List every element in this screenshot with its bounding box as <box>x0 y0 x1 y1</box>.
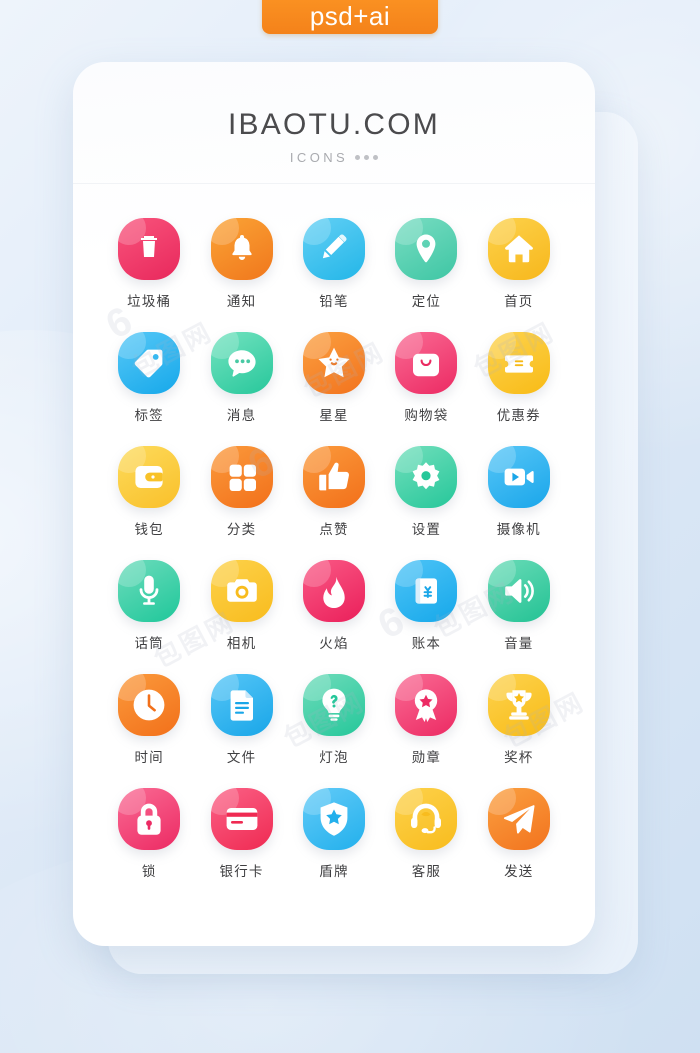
icon-label: 通知 <box>226 294 257 309</box>
icon-cell-bell[interactable]: 通知 <box>195 218 287 310</box>
icon-label: 分类 <box>226 522 257 537</box>
thumbs-up-icon[interactable] <box>302 446 365 508</box>
icon-label: 购物袋 <box>404 408 449 423</box>
icon-set-card: IBAOTU.COM ICONS 垃圾桶 通知 铅笔 定位 首页标签 消息 星星 购物袋 优惠券… <box>73 62 595 946</box>
icon-cell-headset-support[interactable]: 客服 <box>380 788 472 880</box>
icon-label: 标签 <box>134 408 164 423</box>
icon-cell-pencil[interactable]: 铅笔 <box>288 218 380 310</box>
icon-label: 相机 <box>226 636 257 651</box>
message-icon[interactable] <box>210 332 273 394</box>
icon-cell-microphone[interactable]: 话筒 <box>103 560 195 652</box>
icon-label: 点赞 <box>319 522 349 537</box>
send-paperplane-icon[interactable] <box>487 788 550 850</box>
video-camera-icon[interactable] <box>487 446 550 508</box>
icon-label: 银行卡 <box>219 864 264 879</box>
format-tab-label: psd+ai <box>309 0 391 31</box>
icon-cell-message[interactable]: 消息 <box>195 332 287 424</box>
trash-icon[interactable] <box>118 218 181 280</box>
coupon-icon[interactable] <box>487 332 550 394</box>
icon-cell-star[interactable]: 星星 <box>288 332 380 424</box>
tag-icon[interactable] <box>118 332 181 394</box>
icon-label: 优惠券 <box>496 408 541 423</box>
icon-cell-file[interactable]: 文件 <box>195 674 287 766</box>
icon-cell-video-camera[interactable]: 摄像机 <box>473 446 565 538</box>
icon-label: 垃圾桶 <box>127 294 172 309</box>
pencil-icon[interactable] <box>302 218 365 280</box>
grid-category-icon[interactable] <box>210 446 273 508</box>
medal-icon[interactable] <box>395 674 458 736</box>
icon-cell-shopping-bag[interactable]: 购物袋 <box>380 332 472 424</box>
icon-label: 文件 <box>226 750 257 765</box>
icon-label: 火焰 <box>319 636 349 651</box>
card-header: IBAOTU.COM ICONS <box>73 62 595 184</box>
icon-label: 消息 <box>226 408 257 423</box>
icon-cell-lightbulb[interactable]: 灯泡 <box>288 674 380 766</box>
icon-cell-trash[interactable]: 垃圾桶 <box>103 218 195 310</box>
icon-label: 摄像机 <box>496 522 541 537</box>
lock-icon[interactable] <box>118 788 181 850</box>
icon-cell-trophy[interactable]: 奖杯 <box>473 674 565 766</box>
star-icon[interactable] <box>302 332 365 394</box>
subtitle-row: ICONS <box>73 150 595 165</box>
icon-cell-clock[interactable]: 时间 <box>103 674 195 766</box>
icon-cell-bank-card[interactable]: 银行卡 <box>195 788 287 880</box>
wallet-icon[interactable] <box>118 446 181 508</box>
icon-cell-tag[interactable]: 标签 <box>103 332 195 424</box>
lightbulb-icon[interactable] <box>302 674 365 736</box>
icon-label: 锁 <box>141 864 157 879</box>
trophy-icon[interactable] <box>487 674 550 736</box>
icon-label: 灯泡 <box>319 750 349 765</box>
icon-label: 发送 <box>504 864 534 879</box>
subtitle-dots-icon <box>355 155 379 160</box>
bank-card-icon[interactable] <box>210 788 273 850</box>
icon-cell-wallet[interactable]: 钱包 <box>103 446 195 538</box>
location-pin-icon[interactable] <box>395 218 458 280</box>
gear-icon[interactable] <box>395 446 458 508</box>
icon-cell-ledger[interactable]: 账本 <box>380 560 472 652</box>
volume-icon[interactable] <box>487 560 550 622</box>
icon-grid: 垃圾桶 通知 铅笔 定位 首页标签 消息 星星 购物袋 优惠券钱包 分类 点赞 设置 摄像机话筒 相机 火焰… <box>73 184 595 880</box>
home-icon[interactable] <box>487 218 550 280</box>
icon-cell-location-pin[interactable]: 定位 <box>380 218 472 310</box>
icon-cell-volume[interactable]: 音量 <box>473 560 565 652</box>
page-subtitle: ICONS <box>289 150 349 165</box>
clock-icon[interactable] <box>118 674 181 736</box>
icon-cell-grid-category[interactable]: 分类 <box>195 446 287 538</box>
icon-label: 账本 <box>411 636 442 651</box>
icon-label: 设置 <box>411 522 442 537</box>
icon-label: 钱包 <box>134 522 164 537</box>
icon-label: 时间 <box>134 750 164 765</box>
icon-cell-gear[interactable]: 设置 <box>380 446 472 538</box>
flame-icon[interactable] <box>302 560 365 622</box>
icon-label: 盾牌 <box>319 864 349 879</box>
icon-cell-thumbs-up[interactable]: 点赞 <box>288 446 380 538</box>
icon-label: 铅笔 <box>319 294 349 309</box>
icon-cell-shield[interactable]: 盾牌 <box>288 788 380 880</box>
page-title: IBAOTU.COM <box>227 108 440 141</box>
shield-icon[interactable] <box>302 788 365 850</box>
icon-label: 星星 <box>319 408 349 423</box>
ledger-icon[interactable] <box>395 560 458 622</box>
format-tab-psd-ai[interactable]: psd+ai <box>262 0 438 34</box>
shopping-bag-icon[interactable] <box>395 332 458 394</box>
icon-label: 勋章 <box>411 750 442 765</box>
icon-label: 话筒 <box>134 636 164 651</box>
icon-cell-medal[interactable]: 勋章 <box>380 674 472 766</box>
microphone-icon[interactable] <box>118 560 181 622</box>
icon-cell-flame[interactable]: 火焰 <box>288 560 380 652</box>
icon-label: 定位 <box>411 294 442 309</box>
icon-label: 首页 <box>504 294 534 309</box>
icon-label: 奖杯 <box>504 750 534 765</box>
bell-icon[interactable] <box>210 218 273 280</box>
icon-cell-camera[interactable]: 相机 <box>195 560 287 652</box>
icon-label: 音量 <box>504 636 534 651</box>
headset-support-icon[interactable] <box>395 788 458 850</box>
camera-icon[interactable] <box>210 560 273 622</box>
icon-label: 客服 <box>411 864 442 879</box>
file-icon[interactable] <box>210 674 273 736</box>
icon-cell-lock[interactable]: 锁 <box>103 788 195 880</box>
icon-cell-coupon[interactable]: 优惠券 <box>473 332 565 424</box>
icon-cell-home[interactable]: 首页 <box>473 218 565 310</box>
icon-cell-send-paperplane[interactable]: 发送 <box>473 788 565 880</box>
